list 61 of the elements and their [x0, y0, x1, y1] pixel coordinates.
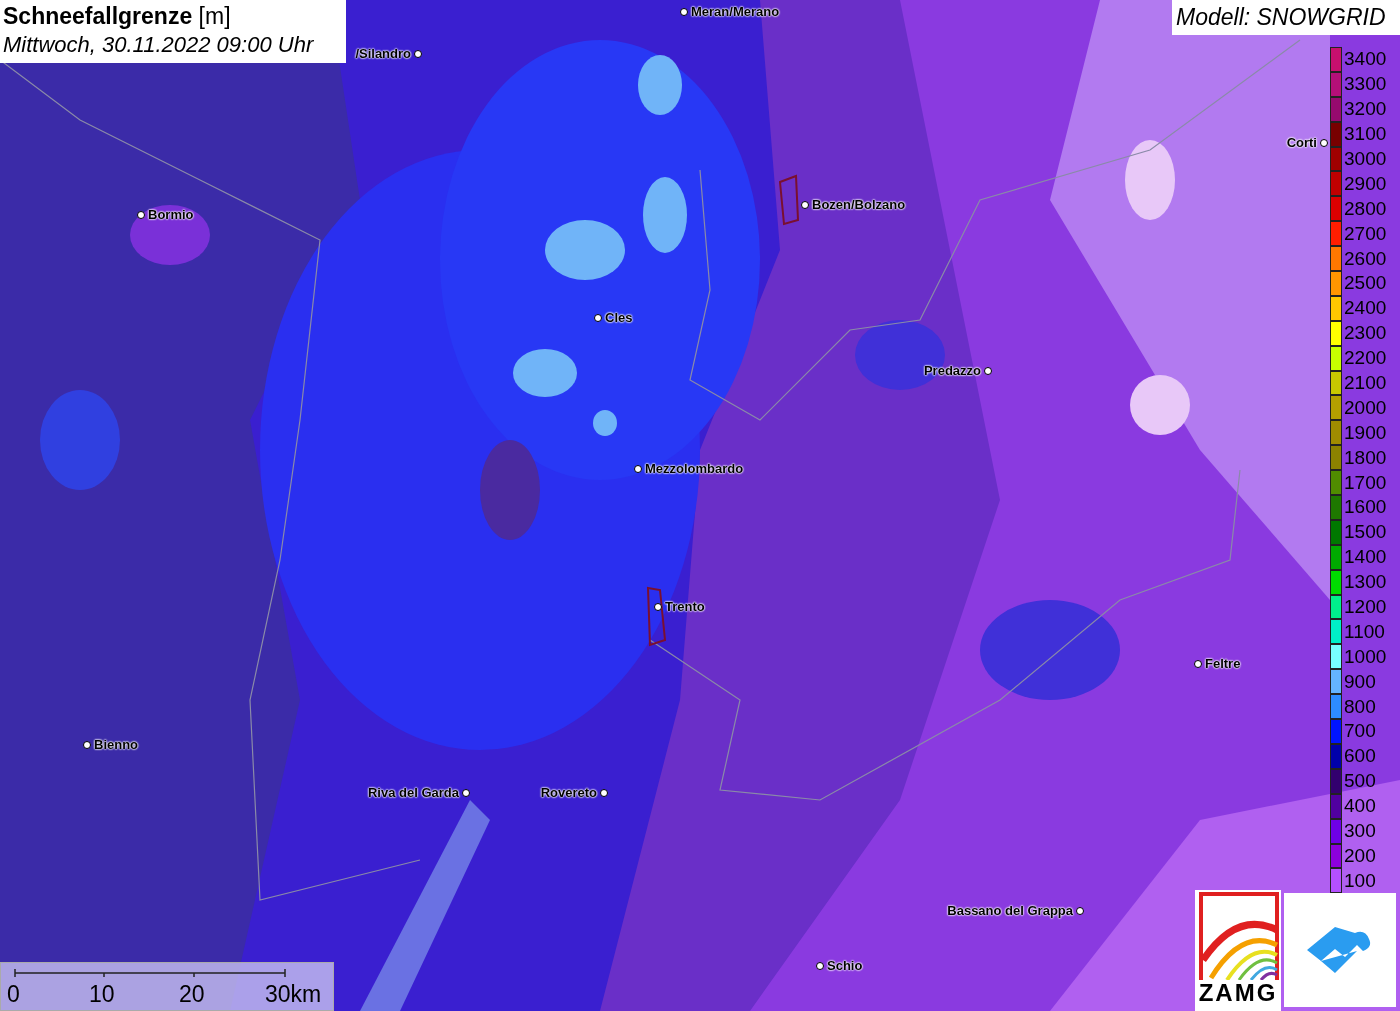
logo-text: ZAMG: [1198, 980, 1278, 1006]
legend-label: 2000: [1344, 396, 1387, 419]
scale-label: 20: [179, 981, 205, 1007]
date-time: Mittwoch, 30.11.2022 09:00 Uhr: [3, 31, 315, 59]
scale-label: 30km: [265, 981, 322, 1007]
city-label: Bienno: [94, 737, 139, 753]
legend-label: 800: [1344, 695, 1376, 718]
legend-label: 1000: [1344, 645, 1387, 668]
city-label: Corti: [1286, 135, 1317, 151]
city-label: Bozen/Bolzano: [812, 197, 906, 213]
legend-label: 1800: [1344, 446, 1387, 469]
legend-label: 900: [1344, 670, 1376, 693]
city-label: Meran/Merano: [691, 4, 780, 20]
city-label: Riva del Garda: [367, 785, 459, 801]
house-cloud-icon: [1307, 927, 1373, 973]
legend-label: 3300: [1344, 73, 1387, 96]
legend-label: 600: [1344, 745, 1376, 768]
legend-label: 3200: [1344, 98, 1387, 121]
city-label: Feltre: [1205, 656, 1241, 672]
unit-label: [m]: [198, 3, 231, 29]
legend-label: 100: [1344, 869, 1376, 892]
city-label: Predazzo: [923, 363, 981, 379]
legend-label: 3400: [1344, 48, 1387, 71]
legend-label: 2600: [1344, 247, 1387, 270]
legend-label: 1600: [1344, 496, 1387, 519]
legend-label: 2500: [1344, 272, 1387, 295]
map-title: Schneefallgrenze: [3, 3, 193, 29]
model-label: Modell: SNOWGRID: [1172, 0, 1400, 35]
legend-label: 2700: [1344, 222, 1387, 245]
city-label: Trento: [665, 599, 705, 615]
scale-line-icon: [14, 968, 286, 978]
city-label: Bormio: [148, 207, 194, 223]
city-label: Cles: [605, 310, 633, 326]
legend-label: 2800: [1344, 197, 1387, 220]
city-label: /Silandro: [355, 46, 411, 62]
legend-label: 1300: [1344, 571, 1387, 594]
legend-label: 2900: [1344, 172, 1387, 195]
legend-label: 2300: [1344, 322, 1387, 345]
city-label: Schio: [827, 958, 863, 974]
legend-label: 400: [1344, 795, 1376, 818]
legend-label: 700: [1344, 720, 1376, 743]
scale-label: 10: [89, 981, 115, 1007]
legend-label: 1200: [1344, 596, 1387, 619]
city-label: Bassano del Grappa: [947, 903, 1073, 919]
legend-label: 300: [1344, 820, 1376, 843]
scale-label: 0: [7, 981, 20, 1007]
legend-label: 200: [1344, 844, 1376, 867]
legend-label: 2200: [1344, 347, 1387, 370]
city-label: Mezzolombardo: [645, 461, 744, 477]
legend-label: 1500: [1344, 521, 1387, 544]
legend-label: 1400: [1344, 546, 1387, 569]
legend-label: 3000: [1344, 148, 1387, 170]
legend-label: 3100: [1344, 123, 1387, 146]
rainbow-icon: [1197, 890, 1279, 980]
legend-label: 1700: [1344, 471, 1387, 494]
city-label: Rovereto: [540, 785, 597, 801]
legend-label: 2400: [1344, 297, 1387, 320]
legend-label: 2100: [1344, 372, 1387, 394]
legend-label: 500: [1344, 770, 1376, 793]
legend-label: 1900: [1344, 421, 1387, 444]
legend-label: 1100: [1344, 620, 1385, 643]
